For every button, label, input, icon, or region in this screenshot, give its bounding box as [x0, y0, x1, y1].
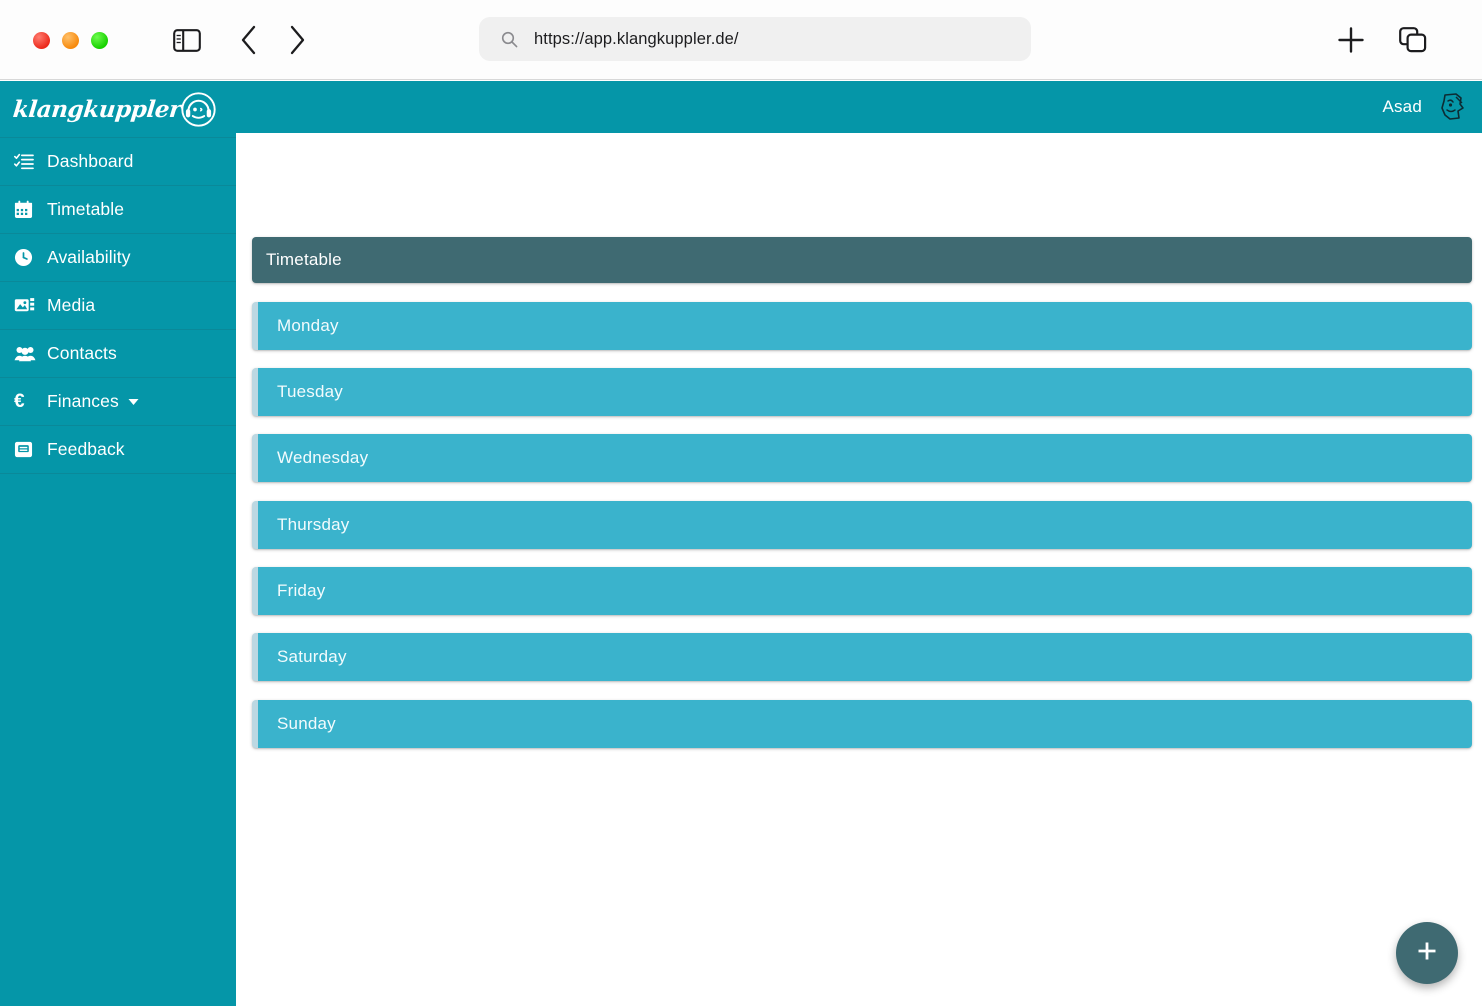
sidebar-item-label: Availability: [47, 247, 131, 268]
chevron-left-icon[interactable]: [232, 22, 266, 58]
browser-chrome: https://app.klangkuppler.de/: [0, 0, 1482, 80]
calendar-icon: [14, 200, 37, 219]
sidebar-nav: Dashboard: [0, 137, 236, 474]
sidebar-item-feedback[interactable]: Feedback: [0, 425, 236, 474]
sidebar-item-label: Finances: [47, 391, 119, 412]
sidebar-item-label: Media: [47, 295, 95, 316]
sidebar-item-timetable[interactable]: Timetable: [0, 185, 236, 234]
day-row-friday[interactable]: Friday: [252, 567, 1472, 615]
page-title: Timetable: [266, 250, 342, 270]
url-text[interactable]: https://app.klangkuppler.de/: [534, 30, 739, 49]
sidebar-item-label: Feedback: [47, 439, 125, 460]
sidebar-item-dashboard[interactable]: Dashboard: [0, 137, 236, 186]
minimize-window-button[interactable]: [62, 32, 79, 49]
day-label: Saturday: [277, 647, 347, 667]
sidebar-item-contacts[interactable]: Contacts: [0, 329, 236, 378]
day-label: Wednesday: [277, 448, 368, 468]
topbar: Asad: [236, 81, 1482, 133]
chevron-down-icon[interactable]: [128, 398, 139, 406]
users-icon: [14, 345, 37, 362]
main-content: Timetable Monday Tuesday Wednesday Thurs…: [236, 133, 1482, 1006]
clock-icon: [14, 248, 37, 267]
day-label: Tuesday: [277, 382, 343, 402]
euro-icon: €: [14, 392, 37, 411]
plus-icon[interactable]: [1332, 22, 1370, 58]
tasks-list-icon: [14, 153, 37, 171]
brand[interactable]: klangkuppler: [0, 81, 236, 138]
sidebar-item-label: Dashboard: [47, 151, 134, 172]
chevron-right-icon[interactable]: [280, 22, 314, 58]
add-entry-fab[interactable]: [1396, 922, 1458, 984]
plus-icon: [1414, 938, 1440, 969]
brand-wordmark: klangkuppler: [12, 96, 183, 123]
day-row-sunday[interactable]: Sunday: [252, 700, 1472, 748]
sidebar-toggle-icon[interactable]: [170, 24, 204, 56]
sidebar: klangkuppler: [0, 81, 236, 1006]
sidebar-item-media[interactable]: Media: [0, 281, 236, 330]
day-row-tuesday[interactable]: Tuesday: [252, 368, 1472, 416]
avatar[interactable]: [1436, 91, 1468, 123]
day-label: Thursday: [277, 515, 349, 535]
window-controls: [33, 32, 108, 49]
day-label: Sunday: [277, 714, 336, 734]
address-bar[interactable]: https://app.klangkuppler.de/: [479, 17, 1031, 61]
tab-overview-icon[interactable]: [1394, 22, 1432, 58]
day-row-monday[interactable]: Monday: [252, 302, 1472, 350]
sidebar-item-finances[interactable]: € Finances: [0, 377, 236, 426]
day-label: Friday: [277, 581, 325, 601]
sidebar-item-label: Contacts: [47, 343, 117, 364]
close-window-button[interactable]: [33, 32, 50, 49]
day-row-thursday[interactable]: Thursday: [252, 501, 1472, 549]
images-icon: [14, 296, 37, 315]
sidebar-item-label: Timetable: [47, 199, 124, 220]
day-row-wednesday[interactable]: Wednesday: [252, 434, 1472, 482]
timetable-header-card: Timetable: [252, 237, 1472, 283]
day-label: Monday: [277, 316, 339, 336]
search-icon: [501, 31, 518, 48]
sidebar-item-availability[interactable]: Availability: [0, 233, 236, 282]
inbox-icon: [14, 440, 37, 459]
maximize-window-button[interactable]: [91, 32, 108, 49]
user-name: Asad: [1382, 97, 1422, 117]
headphones-face-logo-icon: [181, 92, 216, 127]
app-shell: klangkuppler: [0, 81, 1482, 1006]
day-row-saturday[interactable]: Saturday: [252, 633, 1472, 681]
